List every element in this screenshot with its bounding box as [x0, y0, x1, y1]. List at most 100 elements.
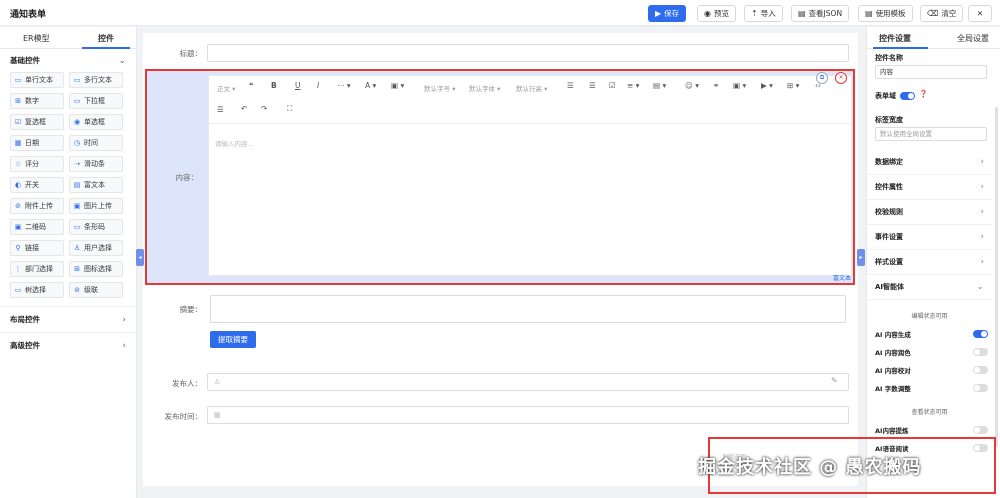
ai-feature-toggle[interactable]: [973, 366, 988, 374]
extract-summary-button[interactable]: 提取摘要: [210, 331, 256, 348]
control-item[interactable]: ▣ 图片上传: [69, 198, 123, 214]
font-family-select[interactable]: 默认字体 ▾: [469, 83, 500, 93]
view-json-button[interactable]: ▤ 查看JSON: [791, 5, 850, 22]
control-item[interactable]: ▣ 二维码: [10, 219, 64, 235]
divider-icon[interactable]: ☰: [217, 105, 224, 114]
tab-controls[interactable]: 控件: [98, 33, 114, 44]
redo-icon[interactable]: ↷: [261, 104, 267, 113]
chevron-down-icon: ⌄: [118, 56, 126, 66]
collapse-right-handle[interactable]: ▸: [857, 249, 865, 266]
control-icon: ♙: [73, 244, 81, 252]
more-format-icon[interactable]: ⋯ ▾: [337, 81, 351, 90]
settings-group-label: 样式设置: [875, 258, 903, 266]
layout-controls-header[interactable]: 布局控件 ›: [0, 306, 136, 332]
control-name-input[interactable]: 内容: [875, 65, 987, 79]
underline-icon[interactable]: U: [295, 81, 301, 90]
image-icon[interactable]: ▣ ▾: [733, 81, 746, 90]
title-input[interactable]: [207, 44, 849, 62]
font-size-select[interactable]: 默认字号 ▾: [424, 83, 455, 93]
control-item[interactable]: ⊞ 图标选择: [69, 261, 123, 277]
selected-richtext-field[interactable]: 内容： 正文 ▾ ❝ B U I ⋯ ▾ A ▾ ▣ ▾ 默认字号 ▾ 默认字体…: [145, 69, 855, 285]
settings-group-row[interactable]: 样式设置 ›: [867, 250, 992, 275]
ai-feature-toggle[interactable]: [973, 384, 988, 392]
copy-icon[interactable]: ⧉: [816, 72, 828, 84]
preview-button[interactable]: ◉ 预览: [697, 5, 736, 22]
todo-icon[interactable]: ☑: [609, 81, 616, 90]
indent-icon[interactable]: ▤ ▾: [653, 81, 666, 90]
align-icon[interactable]: ≡ ▾: [627, 81, 639, 90]
control-label: 下拉框: [84, 97, 105, 105]
tab-er-model[interactable]: ER模型: [23, 33, 50, 44]
save-button[interactable]: ▶ 保存: [648, 5, 687, 22]
control-item[interactable]: ⋮ 部门选择: [10, 261, 64, 277]
control-item[interactable]: ▦ 日期: [10, 135, 64, 151]
settings-group-row[interactable]: 校验规则 ›: [867, 200, 992, 225]
fullscreen-icon[interactable]: ⛶: [287, 104, 292, 114]
publisher-input[interactable]: ♙: [207, 373, 849, 391]
summary-textarea[interactable]: [210, 295, 846, 323]
settings-group-row[interactable]: 事件设置 ›: [867, 225, 992, 250]
use-template-button[interactable]: ▤ 使用模板: [858, 5, 913, 22]
control-item[interactable]: ◷ 时间: [69, 135, 123, 151]
line-height-select[interactable]: 默认行高 ▾: [516, 83, 547, 93]
video-icon[interactable]: ▶ ▾: [761, 81, 773, 90]
quote-icon[interactable]: ❝: [249, 81, 253, 90]
clear-button[interactable]: ⌫ 清空: [920, 5, 964, 22]
control-item[interactable]: ▤ 富文本: [69, 177, 123, 193]
control-item[interactable]: ▭ 条形码: [69, 219, 123, 235]
tab-control-settings[interactable]: 控件设置: [879, 33, 911, 44]
collapse-left-handle[interactable]: ◂: [136, 249, 144, 266]
basic-controls-header[interactable]: 基础控件 ⌄: [0, 53, 136, 69]
background-color-icon[interactable]: ▣ ▾: [391, 81, 404, 90]
import-button[interactable]: ⇡ 导入: [744, 5, 783, 22]
summary-label: 摘要：: [179, 305, 203, 314]
control-item[interactable]: ⊞ 数字: [10, 93, 64, 109]
label-width-label: 标签宽度: [875, 116, 903, 124]
richtext-editor[interactable]: 正文 ▾ ❝ B U I ⋯ ▾ A ▾ ▣ ▾ 默认字号 ▾ 默认字体 ▾ 默…: [208, 75, 852, 276]
publish-time-input[interactable]: ▦: [207, 406, 849, 424]
control-item[interactable]: ▭ 多行文本: [69, 72, 123, 88]
advanced-controls-header[interactable]: 高级控件 ›: [0, 332, 136, 358]
control-item[interactable]: ▭ 单行文本: [10, 72, 64, 88]
delete-icon[interactable]: ✕: [835, 72, 847, 84]
ai-feature-toggle[interactable]: [973, 426, 988, 434]
scrollbar[interactable]: [995, 107, 998, 447]
control-item[interactable]: ⊘ 附件上传: [10, 198, 64, 214]
numbered-list-icon[interactable]: ☰: [589, 81, 596, 90]
control-item[interactable]: ☆ 评分: [10, 156, 64, 172]
label-width-input[interactable]: 默认使用全局设置: [875, 127, 987, 141]
left-panel: ER模型 控件 基础控件 ⌄ ▭ 单行文本 ▭ 多行文本 ⊞ 数字 ▭ 下拉框 ☑ 复选框 ◉ 单选框…: [0, 27, 137, 498]
control-label: 图标选择: [84, 265, 112, 273]
settings-group-row[interactable]: 数据绑定 ›: [867, 150, 992, 175]
ai-feature-toggle[interactable]: [973, 348, 988, 356]
settings-group-row[interactable]: 控件属性 ›: [867, 175, 992, 200]
control-item[interactable]: ⊘ 级联: [69, 282, 123, 298]
close-button[interactable]: ✕: [968, 5, 992, 22]
bullet-list-icon[interactable]: ☰: [567, 81, 574, 90]
control-icon: ⚲: [15, 244, 21, 252]
undo-icon[interactable]: ↶: [241, 104, 247, 113]
emoji-icon[interactable]: ☺ ▾: [685, 81, 699, 90]
view-state-caption: 查看状态可用: [911, 409, 948, 416]
control-item[interactable]: ⚲ 链接: [10, 240, 64, 256]
control-item[interactable]: ◐ 开关: [10, 177, 64, 193]
table-icon[interactable]: ⊞ ▾: [787, 81, 799, 90]
control-item[interactable]: ▭ 树选择: [10, 282, 64, 298]
chevron-right-icon: ›: [980, 157, 984, 167]
control-item[interactable]: ☑ 复选框: [10, 114, 64, 130]
control-item[interactable]: ▭ 下拉框: [69, 93, 123, 109]
heading-select[interactable]: 正文 ▾: [217, 83, 235, 93]
control-item[interactable]: ⇢ 滑动条: [69, 156, 123, 172]
control-item[interactable]: ♙ 用户选择: [69, 240, 123, 256]
font-color-icon[interactable]: A ▾: [365, 81, 376, 90]
settings-group-row[interactable]: AI智能体 ⌄: [867, 275, 992, 300]
settings-group-label: 事件设置: [875, 233, 903, 241]
control-item[interactable]: ◉ 单选框: [69, 114, 123, 130]
edit-icon[interactable]: ✎: [831, 376, 838, 385]
link-icon[interactable]: ⚭: [713, 81, 719, 90]
italic-icon[interactable]: I: [317, 81, 319, 90]
bold-icon[interactable]: B: [271, 81, 277, 90]
tab-global-settings[interactable]: 全局设置: [957, 33, 989, 44]
single-line-toggle[interactable]: [900, 92, 915, 100]
ai-feature-toggle[interactable]: [973, 330, 988, 338]
